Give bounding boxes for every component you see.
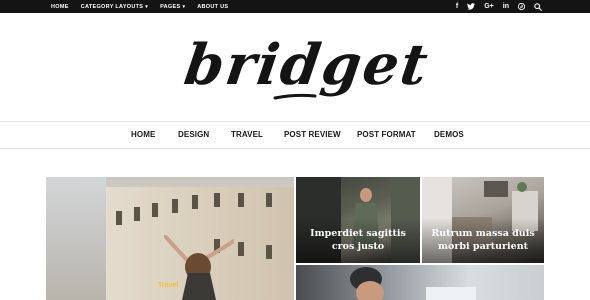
nav-post-format[interactable]: POST FORMAT bbox=[357, 122, 416, 148]
nav-home[interactable]: HOME bbox=[131, 122, 155, 148]
logo-brush-stroke bbox=[273, 93, 317, 100]
site-logo[interactable]: bridget bbox=[175, 30, 433, 105]
featured-post-tile[interactable] bbox=[296, 265, 544, 300]
nav-design[interactable]: DESIGN bbox=[178, 122, 209, 148]
top-nav-pages[interactable]: PAGES ▾ bbox=[160, 4, 185, 10]
main-nav: HOME DESIGN TRAVEL POST REVIEW POST FORM… bbox=[0, 122, 590, 148]
nav-divider-bottom bbox=[0, 148, 590, 149]
top-nav-label: HOME bbox=[51, 3, 69, 10]
featured-post-tile[interactable]: Imperdiet sagittis cros justo bbox=[296, 177, 420, 263]
top-nav-category-layouts[interactable]: CATEGORY LAYOUTS ▾ bbox=[81, 4, 148, 10]
featured-image bbox=[350, 267, 476, 300]
top-nav-home[interactable]: HOME bbox=[51, 4, 69, 10]
google-plus-icon[interactable]: G+ bbox=[484, 0, 494, 13]
top-nav-about-us[interactable]: ABOUT US bbox=[197, 4, 228, 10]
featured-post-large[interactable]: Travel bbox=[46, 177, 294, 300]
social-links: f G+ in bbox=[447, 0, 542, 13]
search-icon[interactable] bbox=[534, 0, 542, 13]
facebook-icon[interactable]: f bbox=[456, 0, 458, 13]
twitter-icon[interactable] bbox=[467, 0, 476, 13]
top-bar: HOME CATEGORY LAYOUTS ▾ PAGES ▾ ABOUT US f… bbox=[0, 0, 590, 13]
chevron-down-icon: ▾ bbox=[145, 3, 149, 10]
nav-travel[interactable]: TRAVEL bbox=[231, 122, 263, 148]
chevron-down-icon: ▾ bbox=[182, 3, 186, 10]
top-nav: HOME CATEGORY LAYOUTS ▾ PAGES ▾ ABOUT US bbox=[51, 0, 240, 13]
post-title[interactable]: Rutrum massa duis morbi parturient bbox=[426, 227, 540, 253]
top-nav-label: CATEGORY LAYOUTS bbox=[80, 3, 144, 10]
nav-post-review[interactable]: POST REVIEW bbox=[284, 122, 341, 148]
top-nav-label: ABOUT US bbox=[197, 3, 229, 10]
featured-image-sky bbox=[46, 177, 106, 300]
post-title[interactable]: Imperdiet sagittis cros justo bbox=[300, 227, 416, 253]
featured-image-person bbox=[164, 235, 234, 300]
featured-post-tile[interactable]: Rutrum massa duis morbi parturient bbox=[422, 177, 544, 263]
pinterest-icon[interactable] bbox=[518, 0, 525, 13]
linkedin-icon[interactable]: in bbox=[503, 0, 509, 13]
top-nav-label: PAGES bbox=[160, 3, 181, 10]
category-badge[interactable]: Travel bbox=[158, 282, 178, 289]
nav-demos[interactable]: DEMOS bbox=[434, 122, 464, 148]
